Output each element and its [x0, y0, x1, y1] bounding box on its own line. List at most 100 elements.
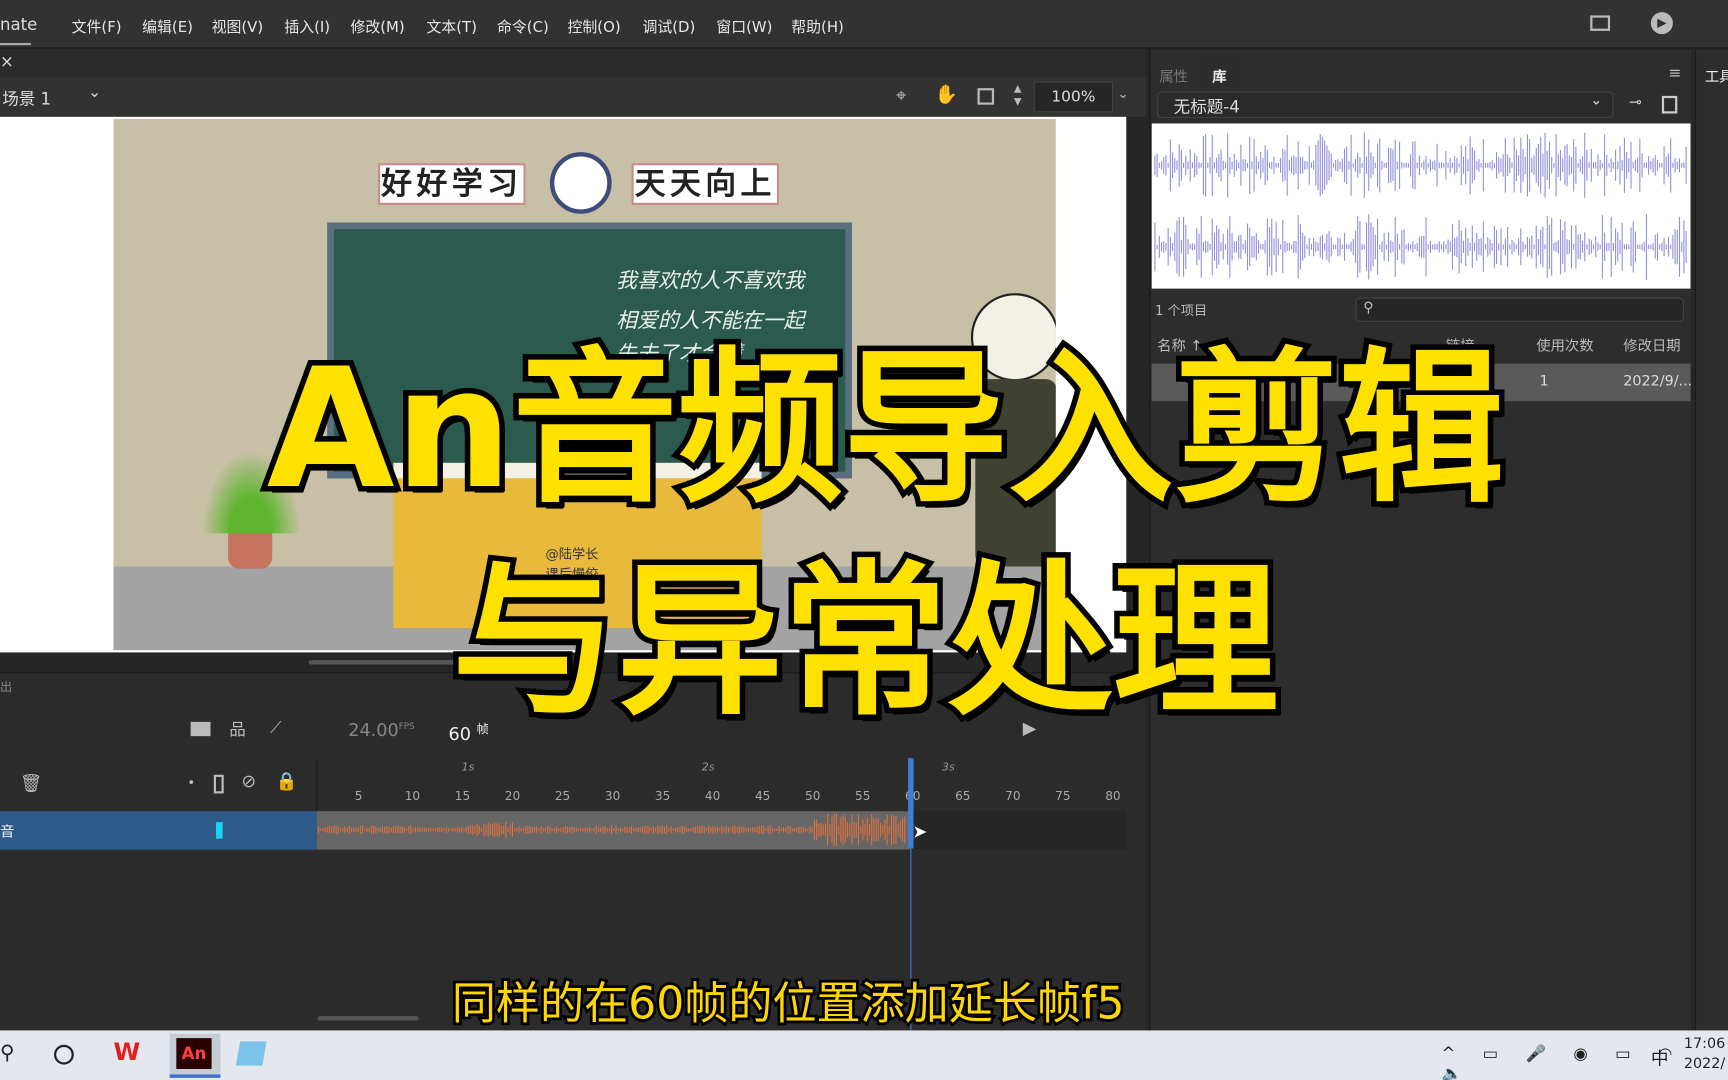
- library-waveform-preview: [1151, 123, 1691, 289]
- animate-window: nate 文件(F) 编辑(E) 视图(V) 插入(I) 修改(M) 文本(T) 命令(C)…: [0, 0, 1728, 1080]
- clip-icon[interactable]: [977, 88, 995, 105]
- layer-name: 音: [0, 824, 15, 841]
- library-panel: 属性 库 ≡ 无标题-4 ⌄ ⊸ 1 个项目 ⚲ 名称 ↑ 链接 使用次数 修改…: [1149, 49, 1693, 1031]
- duplicate-icon[interactable]: [1661, 95, 1678, 114]
- test-movie-icon[interactable]: ▶: [1650, 12, 1673, 35]
- animate-taskbar-icon[interactable]: An: [169, 1033, 221, 1078]
- timeline-waveform: [316, 811, 910, 850]
- layer-color-marker: [215, 822, 223, 839]
- clock-time[interactable]: 17:06: [1684, 1036, 1725, 1053]
- fps-value[interactable]: 24.00FPS: [348, 720, 414, 741]
- menu-item[interactable]: 文件(F): [72, 14, 122, 37]
- menu-item[interactable]: 帮助(H): [791, 14, 844, 37]
- item-count: 1 个项目: [1154, 303, 1208, 319]
- frame-tick-label: 50: [804, 789, 821, 804]
- zoom-input[interactable]: 100%: [1033, 81, 1114, 113]
- frame-tick-label: 40: [704, 789, 721, 804]
- center-stage-icon[interactable]: ⌖: [896, 85, 907, 107]
- search-icon: ⚲: [1363, 299, 1374, 317]
- frame-tick-label: 5: [354, 789, 363, 804]
- row-date: 2022/9/...: [1623, 373, 1693, 391]
- menu-item[interactable]: 修改(M): [350, 14, 404, 37]
- menu-item[interactable]: 控制(O): [568, 14, 621, 37]
- tab-library[interactable]: 库: [1203, 62, 1236, 89]
- panel-label: 出: [0, 679, 13, 695]
- overlay-title-line1: An音频导入剪辑: [261, 331, 1509, 529]
- frame-tick-label: 65: [955, 789, 971, 804]
- frame-span: [316, 811, 910, 850]
- frame-tick-label: 80: [1105, 789, 1121, 804]
- tools-label: 工具: [1704, 69, 1728, 86]
- row-uses: 1: [1539, 373, 1549, 391]
- subtitle: 同样的在60帧的位置添加延长帧f5: [449, 976, 1127, 1032]
- menu-item[interactable]: 编辑(E): [142, 14, 193, 37]
- overlay-title-line2: 与异常处理: [446, 543, 1284, 741]
- frame-tick-label: 15: [454, 789, 471, 804]
- outline-icon[interactable]: [213, 774, 224, 794]
- scrollbar[interactable]: [317, 1016, 419, 1021]
- menu-item[interactable]: 调试(D): [642, 14, 695, 37]
- frame-tick-label: 20: [504, 789, 521, 804]
- delete-layer-icon[interactable]: 🗑: [20, 773, 42, 794]
- camera-icon[interactable]: [190, 721, 211, 737]
- frame-tick-label: 10: [404, 789, 421, 804]
- workspace-icon[interactable]: [1590, 15, 1611, 31]
- menu-item[interactable]: 命令(C): [497, 14, 549, 37]
- layer-row[interactable]: 音: [0, 811, 317, 850]
- graph-icon[interactable]: ⟋: [270, 717, 282, 737]
- dot-icon: •: [187, 774, 196, 791]
- task-view-icon[interactable]: [53, 1044, 74, 1065]
- parent-layer-icon[interactable]: 品: [229, 717, 246, 740]
- frame-tick-label: 70: [1005, 789, 1021, 804]
- zoom-dropdown-icon[interactable]: ⌄: [1117, 86, 1128, 101]
- fps-unit: FPS: [398, 721, 415, 732]
- panel-menu-icon[interactable]: ≡: [1668, 65, 1681, 83]
- mouse-cursor-icon: ➤: [912, 821, 928, 842]
- zoom-stepper[interactable]: ▲ ▼: [1014, 83, 1022, 109]
- frame-tick-label: 55: [855, 789, 871, 804]
- close-tab-button[interactable]: ×: [0, 52, 14, 72]
- fps-number: 24.00: [348, 719, 399, 741]
- sign-right: 天天向上: [631, 163, 780, 205]
- pin-icon[interactable]: ⊸: [1629, 94, 1642, 112]
- col-use-count[interactable]: 使用次数: [1536, 334, 1593, 355]
- scene-name[interactable]: 场景 1: [2, 87, 51, 110]
- menu-item[interactable]: 视图(V): [212, 14, 264, 37]
- document-name: 无标题-4: [1173, 96, 1240, 117]
- seconds-label: 2s: [701, 761, 715, 774]
- menu-item[interactable]: 文本(T): [426, 14, 476, 37]
- clock-icon: [549, 152, 612, 214]
- frame-tick-label: 45: [754, 789, 771, 804]
- lock-icon[interactable]: 🔒: [276, 770, 298, 791]
- menu-bar: nate 文件(F) 编辑(E) 视图(V) 插入(I) 修改(M) 文本(T) 命令(C)…: [0, 0, 1728, 49]
- frame-tick-label: 35: [654, 789, 671, 804]
- clock-date[interactable]: 2022/: [1684, 1056, 1725, 1073]
- col-modified[interactable]: 修改日期: [1623, 334, 1680, 355]
- wps-icon[interactable]: W: [114, 1039, 141, 1067]
- menu-item[interactable]: 插入(I): [284, 14, 330, 37]
- frame-tick-label: 75: [1055, 789, 1071, 804]
- scene-bar: 场景 1 ⌄ ⌖ ✋ ▲ ▼ 100% ⌄: [0, 77, 1147, 117]
- chevron-down-icon[interactable]: ⌄: [88, 84, 101, 102]
- tab-properties[interactable]: 属性: [1159, 65, 1188, 86]
- taskbar: ⚲ W An ^ ▭ 🎤 ◉ ▭ ◠ 🔈 中 17:06 2022/: [0, 1030, 1728, 1080]
- hide-icon[interactable]: ⊘: [241, 770, 256, 791]
- library-search-input[interactable]: ⚲: [1355, 297, 1684, 322]
- hand-tool-icon[interactable]: ✋: [935, 84, 958, 106]
- seconds-label: 1s: [461, 761, 475, 774]
- document-dropdown[interactable]: 无标题-4 ⌄: [1157, 91, 1614, 118]
- seconds-label: 3s: [941, 761, 955, 774]
- notepad-icon[interactable]: [235, 1041, 267, 1066]
- frame-tick-label: 30: [604, 789, 621, 804]
- search-icon[interactable]: ⚲: [0, 1041, 15, 1064]
- document-tab-row: ×: [0, 48, 1147, 78]
- chalk-line: 我喜欢的人不喜欢我: [616, 268, 805, 294]
- ime-indicator[interactable]: 中: [1651, 1044, 1669, 1070]
- tools-panel: 工具: [1694, 49, 1728, 1031]
- chevron-down-icon: ⌄: [1590, 92, 1603, 110]
- waveform-background: [1151, 123, 1691, 289]
- menu-item[interactable]: 窗口(W): [716, 14, 772, 37]
- chalk-line: 相爱的人不能在一起: [616, 308, 805, 333]
- app-title: nate: [0, 14, 37, 46]
- frame-tick-label: 25: [554, 789, 571, 804]
